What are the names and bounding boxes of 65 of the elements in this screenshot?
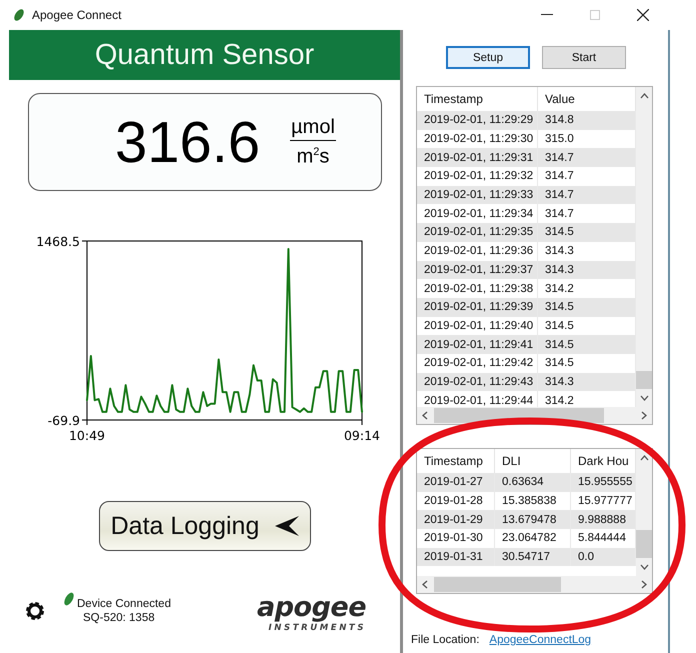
arrowhead-icon xyxy=(275,516,300,536)
minimize-icon[interactable] xyxy=(541,14,553,16)
chevron-left-icon[interactable] xyxy=(422,411,428,420)
chevron-right-icon[interactable] xyxy=(641,411,647,420)
connection-status: Device Connected xyxy=(77,597,171,611)
scroll-thumb[interactable] xyxy=(636,530,652,558)
settings-icon[interactable] xyxy=(25,601,45,621)
window-title: Apogee Connect xyxy=(32,8,122,22)
table-cell: 2019-01-27 xyxy=(417,473,495,492)
toolbar-button[interactable]: Setup xyxy=(446,46,530,69)
table-row[interactable]: 2019-02-01, 11:29:37 314.3 xyxy=(417,260,636,280)
file-link[interactable]: ApogeeConnectLog xyxy=(489,634,592,646)
table-cell: 2019-02-01, 11:29:33 xyxy=(417,186,538,204)
close-icon[interactable] xyxy=(637,9,649,21)
chevron-down-icon[interactable] xyxy=(640,395,648,401)
leaf-icon xyxy=(12,8,26,22)
scroll-thumb[interactable] xyxy=(636,371,652,389)
x-tick xyxy=(86,420,88,426)
unit-denominator: m$^{2}$s xyxy=(296,144,330,168)
table-cell: 30.54717 xyxy=(495,548,571,566)
table-row[interactable]: 2019-02-01, 11:29:29 314.8 xyxy=(417,111,636,130)
scroll-thumb[interactable] xyxy=(434,577,561,592)
table-cell: 0.63634 xyxy=(495,473,571,492)
tick-label: 09:14 xyxy=(344,428,380,443)
table-cell: 2019-01-29 xyxy=(417,510,495,530)
leaf-icon xyxy=(63,591,75,607)
sensor-title: Quantum Sensor xyxy=(9,30,400,80)
tick-label: 1468.5 xyxy=(36,234,80,249)
logo-wordmark: apogee xyxy=(256,593,366,623)
table-row[interactable]: 2019-02-01, 11:29:43 314.3 xyxy=(417,372,636,392)
table-row[interactable]: 2019-01-29 13.679478 9.988888 xyxy=(417,510,636,530)
chevron-left-icon[interactable] xyxy=(422,580,428,589)
table-row[interactable]: 2019-02-01, 11:29:31 314.7 xyxy=(417,148,636,168)
y-tick xyxy=(82,240,88,242)
chevron-down-icon[interactable] xyxy=(640,564,648,570)
vertical-scrollbar[interactable] xyxy=(636,87,652,407)
table-cell: 2019-02-01, 11:29:39 xyxy=(417,298,538,317)
table-row[interactable]: 2019-01-27 0.63634 15.955555 xyxy=(417,473,636,492)
reading-value: 316.6 xyxy=(115,108,260,176)
table-row[interactable]: 2019-02-01, 11:29:39 314.5 xyxy=(417,298,636,317)
table-cell: 2019-02-01, 11:29:29 xyxy=(417,111,538,130)
table-cell: 2019-02-01, 11:29:41 xyxy=(417,335,538,354)
chevron-up-icon[interactable] xyxy=(640,93,648,99)
table-row[interactable]: 2019-01-31 30.54717 0.0 xyxy=(417,548,636,566)
table-cell: 13.679478 xyxy=(495,510,571,530)
table-cell: 2019-02-01, 11:29:37 xyxy=(417,260,538,280)
tick-label: 10:49 xyxy=(68,428,106,443)
table-cell: 2019-01-31 xyxy=(417,548,495,566)
horizontal-scrollbar[interactable] xyxy=(417,576,652,593)
toolbar-button[interactable]: Start xyxy=(542,46,626,69)
table-cell: 2019-02-01, 11:29:31 xyxy=(417,148,538,168)
device-id: SQ-520: 1358 xyxy=(82,611,156,625)
data-logging-button[interactable]: Data Logging xyxy=(99,501,311,551)
table-row[interactable]: 2019-02-01, 11:29:35 314.5 xyxy=(417,223,636,242)
file-location-label: File Location: xyxy=(411,634,480,646)
vertical-scrollbar[interactable] xyxy=(636,449,652,576)
tick-label: -69.9 xyxy=(48,413,80,428)
table-cell: 2019-02-01, 11:29:35 xyxy=(417,223,538,242)
table-row[interactable]: 2019-02-01, 11:29:41 314.5 xyxy=(417,335,636,354)
chevron-right-icon[interactable] xyxy=(641,580,647,589)
logo-subtitle: INSTRUMENTS xyxy=(268,623,366,633)
unit-numerator: µmol xyxy=(290,116,336,142)
chevron-up-icon[interactable] xyxy=(640,455,648,461)
table-row[interactable]: 2019-02-01, 11:29:33 314.7 xyxy=(417,186,636,204)
table-cell: 2019-02-01, 11:29:43 xyxy=(417,372,538,392)
